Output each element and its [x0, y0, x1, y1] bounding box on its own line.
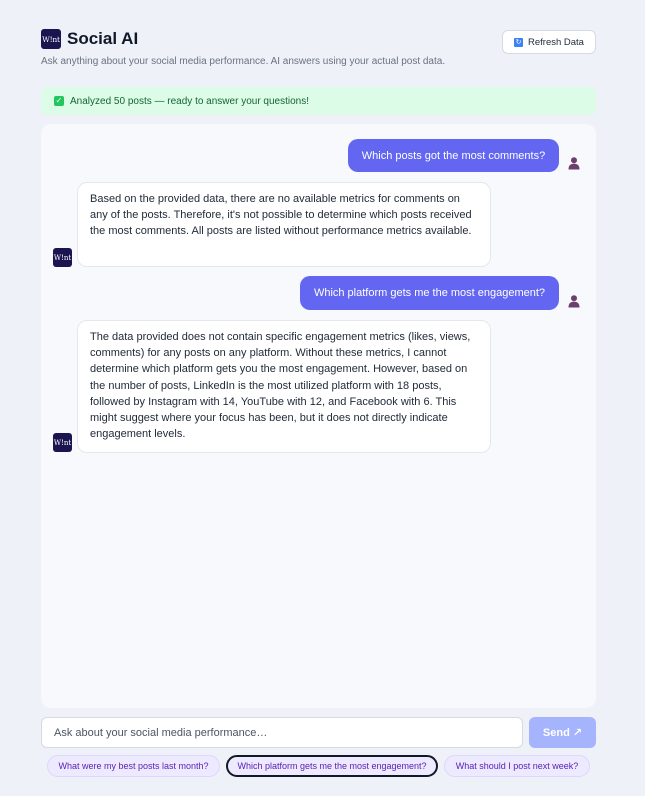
chat-input[interactable]: [41, 717, 523, 748]
page-title: Social AI: [67, 29, 139, 48]
status-text: Analyzed 50 posts — ready to answer your…: [70, 95, 310, 107]
app-logo: W!nt: [41, 29, 61, 49]
user-avatar-icon: [568, 157, 580, 170]
checkmark-icon: ✓: [54, 96, 64, 106]
user-avatar-icon: [568, 295, 580, 308]
assistant-avatar: W!nt: [53, 433, 72, 452]
suggestion-chip[interactable]: What were my best posts last month?: [47, 755, 220, 777]
suggestion-chip[interactable]: Which platform gets me the most engageme…: [226, 755, 438, 777]
refresh-icon: ↻: [514, 37, 523, 47]
assistant-message: Based on the provided data, there are no…: [77, 182, 491, 267]
assistant-message: The data provided does not contain speci…: [77, 320, 491, 453]
send-button[interactable]: Send ↗: [529, 717, 596, 748]
analysis-status-banner: ✓ Analyzed 50 posts — ready to answer yo…: [41, 87, 596, 115]
chat-panel[interactable]: Which posts got the most comments? W!nt …: [41, 124, 596, 708]
user-message: Which posts got the most comments?: [348, 139, 559, 172]
suggestion-chip[interactable]: What should I post next week?: [444, 755, 590, 777]
page-subtitle: Ask anything about your social media per…: [41, 56, 446, 67]
user-message: Which platform gets me the most engageme…: [300, 276, 559, 310]
page-header: W!nt Social AI Ask anything about your s…: [41, 28, 596, 68]
refresh-data-label: Refresh Data: [528, 36, 584, 48]
assistant-avatar: W!nt: [53, 248, 72, 267]
refresh-data-button[interactable]: ↻ Refresh Data: [502, 30, 596, 54]
